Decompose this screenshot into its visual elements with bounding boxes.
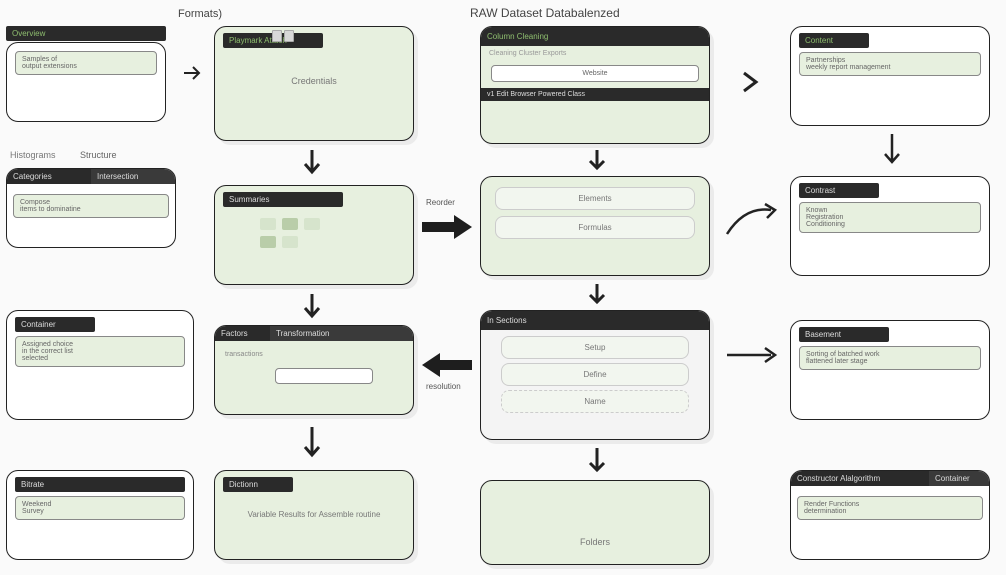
c4-box1-inner-sub: weekly report management (806, 64, 974, 71)
mini-icons (272, 30, 294, 42)
arrow-down-icon (300, 292, 324, 322)
arrow-down-icon (585, 148, 609, 174)
chevron-right-icon (740, 70, 762, 94)
c3-box3: In Sections Setup Define Name (480, 310, 710, 440)
c2-box3-bar1: Factors (215, 326, 270, 341)
c1-box1: Samples of output extensions (6, 42, 166, 122)
mini-icon (272, 30, 282, 42)
arrow-left-big-icon: resolution (420, 350, 474, 380)
c3-box3-pill2: Define (501, 363, 689, 386)
c4-box2-inner: Known Registration Conditioning (799, 202, 981, 233)
c3-box4-center: Folders (489, 537, 701, 547)
c4-box4: Constructor Alalgorithm Container Render… (790, 470, 990, 560)
c2-box1-center: Credentials (223, 76, 405, 86)
c2-box3-bar2: Transformation (270, 326, 413, 341)
c4-box1-bar: Content (799, 33, 869, 48)
arrow-down-icon (300, 425, 324, 461)
heading-structure: Structure (80, 150, 117, 160)
c2-box2-bar: Summaries (223, 192, 343, 207)
c4-box1-inner-title: Partnerships (806, 57, 974, 64)
c2-box3-sub: transactions (215, 345, 413, 364)
c4-box2-l3: Conditioning (806, 221, 974, 228)
heading-histograms: Histograms (10, 150, 56, 160)
c1-box4-bar: Bitrate (15, 477, 185, 492)
arrow-label-resolution: resolution (426, 382, 461, 391)
c3-box1-footer: v1 Edit Browser Powered Class (481, 88, 709, 101)
arrow-right-icon (182, 64, 204, 82)
c1-box1-inner-sub: output extensions (22, 63, 150, 70)
c1-box3-inner: Assigned choice in the correct list sele… (15, 336, 185, 367)
c1-box2-bar1: Categories (7, 169, 91, 184)
c1-box4-inner-sub: Survey (22, 508, 178, 515)
c4-box2-l2: Registration (806, 214, 974, 221)
c4-box2: Contrast Known Registration Conditioning (790, 176, 990, 276)
c4-box4-bar1: Constructor Alalgorithm (791, 471, 929, 486)
c4-box2-bar: Contrast (799, 183, 879, 198)
c4-box2-l1: Known (806, 207, 974, 214)
c3-box1-center: Website (491, 65, 699, 82)
c4-box3-l1: Sorting of batched work (806, 351, 974, 358)
c4-box3: Basement Sorting of batched work flatten… (790, 320, 990, 420)
arrow-down-icon (300, 148, 324, 178)
arrow-down-icon (585, 282, 609, 308)
c1-box2-inner-title: Compose (20, 199, 162, 206)
arrow-right-icon (725, 200, 781, 240)
arrow-down-icon (585, 446, 609, 476)
c4-box4-bar2: Container (929, 471, 989, 486)
blob (282, 218, 298, 230)
arrow-right-big-icon: Reorder (420, 212, 474, 242)
c2-box1: Playmark Attach Credentials (214, 26, 414, 141)
c4-box4-l1: Render Functions (804, 501, 976, 508)
c1-box3-l3: selected (22, 355, 178, 362)
mini-icon (284, 30, 294, 42)
blob (282, 236, 298, 248)
c3-box3-pill1: Setup (501, 336, 689, 359)
c2-box4-bar: Dictionn (223, 477, 293, 492)
heading-formats: Formats) (178, 8, 222, 20)
blob (260, 236, 276, 248)
c2-box4-inner: Variable Results for Assemble routine (223, 510, 405, 519)
c1-box2-inner-sub: items to dominatine (20, 206, 162, 213)
c3-box3-pill3: Name (501, 390, 689, 413)
c3-box1-sub: Cleaning Cluster Exports (481, 50, 709, 61)
c4-box4-l2: determination (804, 508, 976, 515)
c3-box1-bar: Column Cleaning (481, 27, 709, 46)
c1-box3-bar: Container (15, 317, 95, 332)
c1-box3: Container Assigned choice in the correct… (6, 310, 194, 420)
c1-box1-inner-title: Samples of (22, 56, 150, 63)
blobs (260, 218, 330, 248)
c4-box1: Content Partnerships weekly report manag… (790, 26, 990, 126)
c3-box2-pill2: Formulas (495, 216, 695, 239)
c3-box4: Folders (480, 480, 710, 565)
c3-box1: Column Cleaning Cleaning Cluster Exports… (480, 26, 710, 144)
c4-box3-l2: flattened later stage (806, 358, 974, 365)
c1-box2: Categories Intersection Compose items to… (6, 168, 176, 248)
c4-box1-inner: Partnerships weekly report management (799, 52, 981, 76)
c1-box4: Bitrate Weekend Survey (6, 470, 194, 560)
c1-box4-inner: Weekend Survey (15, 496, 185, 520)
blob (304, 218, 320, 230)
arrow-right-icon (725, 340, 781, 370)
c2-box3: Factors Transformation transactions (214, 325, 414, 415)
c1-box3-l2: in the correct list (22, 348, 178, 355)
c3-box3-bar: In Sections (481, 311, 709, 330)
c1-box3-l1: Assigned choice (22, 341, 178, 348)
c3-box2: Elements Formulas (480, 176, 710, 276)
c4-box3-inner: Sorting of batched work flattened later … (799, 346, 981, 370)
c4-box4-inner: Render Functions determination (797, 496, 983, 520)
c1-box2-inner: Compose items to dominatine (13, 194, 169, 218)
c1-box2-bar2: Intersection (91, 169, 175, 184)
arrow-down-icon (880, 132, 904, 168)
c4-box3-bar: Basement (799, 327, 889, 342)
c3-box2-pill1: Elements (495, 187, 695, 210)
c2-box4: Dictionn Variable Results for Assemble r… (214, 470, 414, 560)
heading-main: RAW Dataset Databalenzed (470, 6, 620, 20)
arrow-label-reorder: Reorder (426, 198, 455, 207)
c1-box4-inner-title: Weekend (22, 501, 178, 508)
blob (260, 218, 276, 230)
c1-box1-bar: Overview (6, 26, 166, 41)
c2-box3-inner (275, 368, 373, 384)
c1-box1-inner: Samples of output extensions (15, 51, 157, 75)
